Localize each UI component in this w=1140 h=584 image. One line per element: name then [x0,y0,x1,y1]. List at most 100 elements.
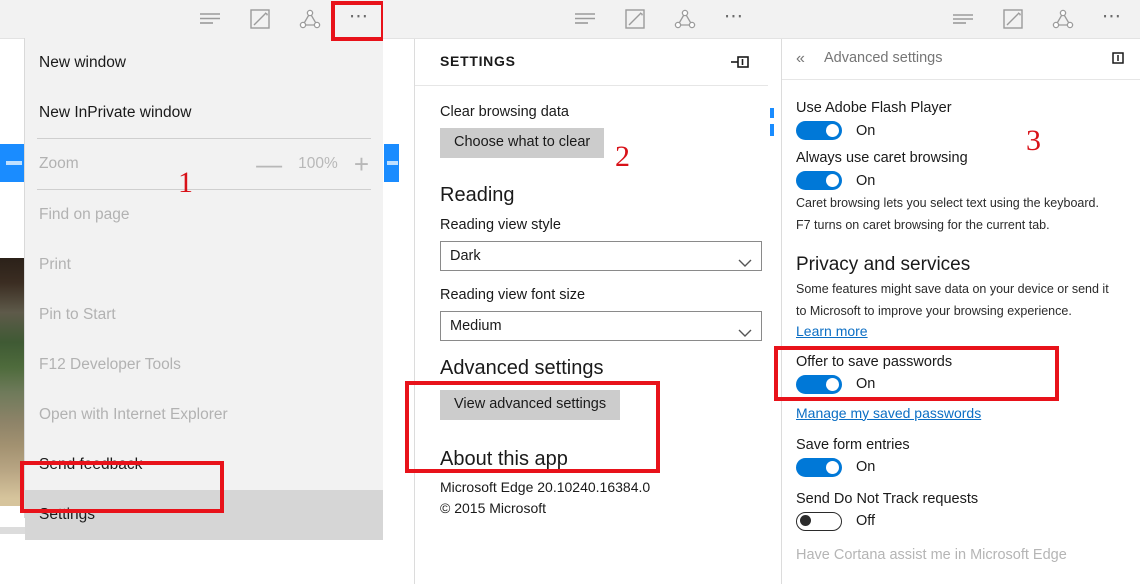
share-icon[interactable] [672,6,698,32]
menu-item-open-with-internet-explorer[interactable]: Open with Internet Explorer [25,390,383,440]
pin-pane-icon[interactable] [730,52,752,72]
zoom-label: Zoom [39,155,79,172]
reading-view-font-size-select[interactable]: Medium [440,310,762,341]
caret-browsing-row: On [796,171,1126,190]
web-note-icon[interactable] [247,6,273,32]
share-icon[interactable] [1050,6,1076,32]
menu-item-label: Find on page [39,206,130,223]
settings-title: SETTINGS [440,53,516,69]
menu-item-find-on-page[interactable]: Find on page [25,190,383,240]
zoom-controls: — 100% + [256,139,369,189]
annotation-number-3: 3 [1026,124,1041,157]
choose-what-to-clear-button[interactable]: Choose what to clear [440,128,605,158]
reading-view-style-label: Reading view style [440,216,561,233]
web-note-icon[interactable] [622,6,648,32]
reading-list-icon[interactable] [950,6,976,32]
advanced-settings-block: Advanced settings View advanced settings [440,357,743,420]
page-blue-badge [384,144,399,182]
pin-pane-icon[interactable] [1110,50,1126,71]
caret-browsing-label: Always use caret browsing [796,150,968,166]
more-actions-icon[interactable]: ⋯ [722,3,748,35]
about-this-app-heading: About this app [440,447,568,470]
app-copyright: © 2015 Microsoft [440,499,547,516]
view-advanced-settings-button[interactable]: View advanced settings [440,389,621,420]
advanced-settings-header: « Advanced settings [782,39,1140,80]
save-form-entries-toggle[interactable] [796,457,842,477]
save-form-entries-label: Save form entries [796,436,910,453]
annotation-number-2: 2 [615,140,630,173]
zoom-in-button[interactable]: + [354,151,369,177]
scroll-marker[interactable] [770,108,774,118]
share-icon[interactable] [297,6,323,32]
learn-more-link[interactable]: Learn more [796,323,868,339]
panel-more-menu: ⋯ New window New InPrivate window Zoom —… [0,0,383,584]
annotation-number-1: 1 [178,166,193,199]
settings-flyout: SETTINGS Clear browsing data Choose what… [414,39,768,584]
caret-browsing-description-line2: F7 turns on caret browsing for the curre… [796,217,1050,232]
back-arrow-icon[interactable]: « [796,50,805,68]
offer-to-save-passwords-toggle[interactable] [796,374,842,394]
adobe-flash-player-row: On [796,121,1126,140]
menu-item-label: Open with Internet Explorer [39,406,228,423]
menu-item-label: New InPrivate window [39,104,192,121]
reading-section-heading: Reading [440,183,515,206]
panel-advanced-settings: ⋯ « Advanced settings Use Adobe Flash Pl… [768,0,1140,584]
browser-toolbar: ⋯ [383,0,768,39]
adobe-flash-player-toggle[interactable] [796,121,842,140]
page-background [768,38,781,584]
browser-toolbar: ⋯ [768,0,1140,39]
more-actions-icon[interactable]: ⋯ [1100,3,1126,35]
toolbar-icon-group: ⋯ [197,0,373,38]
panel-settings: ⋯ SETTINGS Clear browsing data Choose wh… [383,0,768,584]
advanced-settings-title: Advanced settings [824,50,943,66]
scroll-marker[interactable] [770,124,774,136]
web-note-icon[interactable] [1000,6,1026,32]
privacy-description-line1: Some features might save data on your de… [796,281,1109,296]
cortana-assist-label: Have Cortana assist me in Microsoft Edge [796,546,1067,563]
menu-item-new-window[interactable]: New window [25,38,383,88]
manage-saved-passwords-link[interactable]: Manage my saved passwords [796,405,981,421]
caret-browsing-state: On [856,172,876,189]
reading-list-icon[interactable] [197,6,223,32]
reading-view-font-size-value: Medium [450,317,502,334]
caret-browsing-toggle[interactable] [796,171,842,190]
more-actions-icon[interactable]: ⋯ [347,3,373,35]
more-menu-flyout: New window New InPrivate window Zoom — 1… [24,38,383,540]
settings-header: SETTINGS [415,39,768,86]
chevron-down-icon [738,250,752,278]
zoom-value: 100% [298,155,338,172]
advanced-settings-heading: Advanced settings [440,356,604,379]
privacy-and-services-heading: Privacy and services [796,253,971,275]
chevron-down-icon [738,320,752,348]
offer-to-save-passwords-state: On [856,376,876,392]
do-not-track-row: Off [796,511,1126,531]
reading-view-font-size-label: Reading view font size [440,286,586,303]
settings-body: Clear browsing data Choose what to clear… [415,86,768,516]
caret-browsing-description-line1: Caret browsing lets you select text usin… [796,196,1099,210]
reading-list-icon[interactable] [572,6,598,32]
reading-view-style-select[interactable]: Dark [440,240,762,271]
toolbar-icon-group: ⋯ [950,0,1126,38]
privacy-description-line2: to Microsoft to improve your browsing ex… [796,303,1072,318]
menu-item-settings[interactable]: Settings [25,490,383,540]
advanced-settings-body: Use Adobe Flash Player On Always use car… [782,80,1140,563]
save-form-entries-state: On [856,459,876,475]
menu-item-label: Print [39,256,71,273]
do-not-track-toggle[interactable] [796,511,842,531]
menu-item-new-inprivate-window[interactable]: New InPrivate window [25,88,383,138]
page-background [383,38,414,584]
menu-item-f12-developer-tools[interactable]: F12 Developer Tools [25,340,383,390]
menu-item-label: F12 Developer Tools [39,356,181,373]
menu-item-pin-to-start[interactable]: Pin to Start [25,290,383,340]
reading-view-style-value: Dark [450,247,481,264]
toolbar-icon-group: ⋯ [572,0,748,38]
menu-item-print[interactable]: Print [25,240,383,290]
zoom-out-button[interactable]: — [256,151,282,177]
menu-item-zoom[interactable]: Zoom — 100% + [25,139,383,189]
do-not-track-state: Off [856,513,876,529]
save-form-entries-row: On [796,457,1126,477]
do-not-track-label: Send Do Not Track requests [796,490,979,507]
menu-item-send-feedback[interactable]: Send feedback [25,440,383,490]
advanced-settings-flyout: « Advanced settings Use Adobe Flash Play… [781,39,1140,584]
offer-to-save-passwords-row: On [796,374,1126,394]
